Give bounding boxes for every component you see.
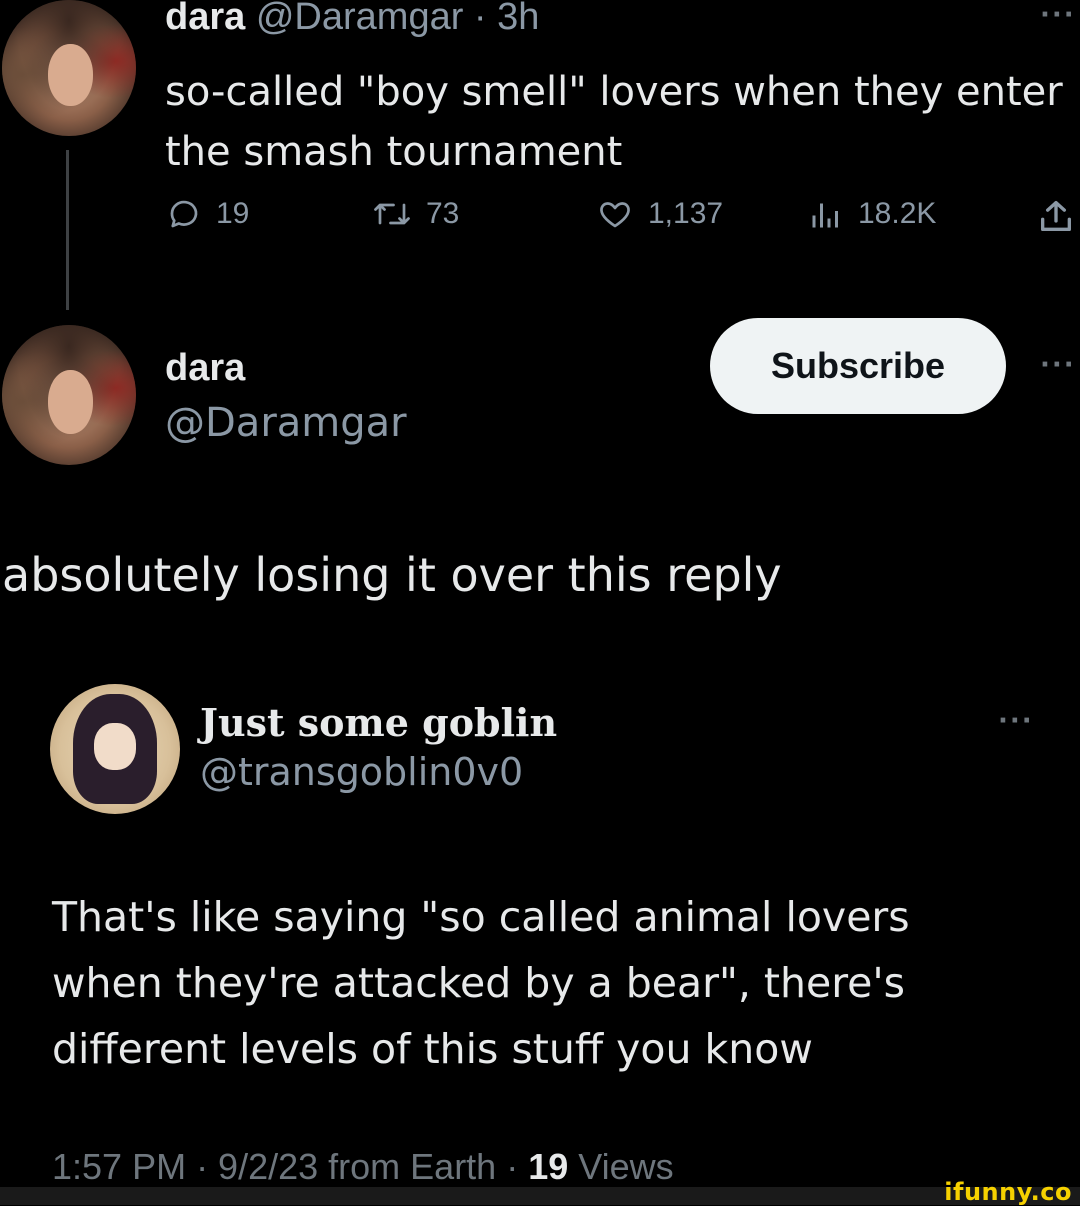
like-button[interactable]: 1,137	[596, 196, 723, 232]
retweet-icon	[374, 203, 410, 225]
views-button[interactable]: 18.2K	[808, 196, 936, 232]
reply-count: 19	[216, 197, 250, 230]
views-label: Views	[568, 1146, 674, 1187]
author-handle[interactable]: @Daramgar	[165, 400, 407, 446]
author-name[interactable]: dara	[165, 347, 245, 390]
quoted-text: That's like saying "so called animal lov…	[52, 884, 910, 1082]
quoted-text-line: different levels of this stuff you know	[52, 1025, 813, 1073]
quoted-author-name[interactable]: Just some goblin	[200, 700, 557, 745]
share-button[interactable]	[1036, 196, 1080, 236]
more-icon[interactable]: ···	[1040, 0, 1076, 30]
like-icon	[600, 202, 630, 228]
views-count: 18.2K	[858, 197, 937, 230]
thread-connector-line	[66, 150, 69, 310]
subscribe-button[interactable]: Subscribe	[710, 318, 1006, 414]
post-time[interactable]: · 3h	[474, 0, 539, 38]
retweet-button[interactable]: 73	[372, 196, 459, 232]
share-icon	[1041, 201, 1071, 231]
quoted-text-line: when they're attacked by a bear", there'…	[52, 959, 906, 1007]
tweet-metadata: 1:57 PM · 9/2/23 from Earth · 19 Views	[52, 1146, 674, 1188]
views-count: 19	[528, 1146, 569, 1187]
footer-bar	[0, 1187, 1080, 1205]
retweet-count: 73	[426, 197, 460, 230]
tweet-text: absolutely losing it over this reply	[2, 548, 782, 602]
views-icon	[812, 203, 838, 228]
quoted-author-handle[interactable]: @transgoblin0v0	[200, 750, 523, 794]
avatar[interactable]	[50, 684, 180, 814]
tweet-text: so-called "boy smell" lovers when they e…	[165, 62, 1063, 182]
tweet-header: dara @Daramgar · 3h	[165, 0, 539, 39]
like-count: 1,137	[648, 197, 724, 230]
author-name[interactable]: dara	[165, 0, 245, 38]
reply-icon	[170, 200, 198, 228]
reply-button[interactable]: 19	[166, 196, 249, 232]
quoted-text-line: That's like saying "so called animal lov…	[52, 893, 910, 941]
author-handle[interactable]: @Daramgar	[256, 0, 464, 38]
more-icon[interactable]: ···	[1040, 350, 1076, 380]
tweet-text-line: so-called "boy smell" lovers when they e…	[165, 69, 1063, 115]
ifunny-watermark: ifunny.co	[944, 1178, 1072, 1206]
timestamp[interactable]: 1:57 PM · 9/2/23 from Earth ·	[52, 1146, 528, 1187]
avatar[interactable]	[2, 325, 136, 465]
avatar[interactable]	[2, 0, 136, 136]
tweet-text-line: the smash tournament	[165, 129, 623, 175]
more-icon[interactable]: ···	[998, 706, 1034, 736]
